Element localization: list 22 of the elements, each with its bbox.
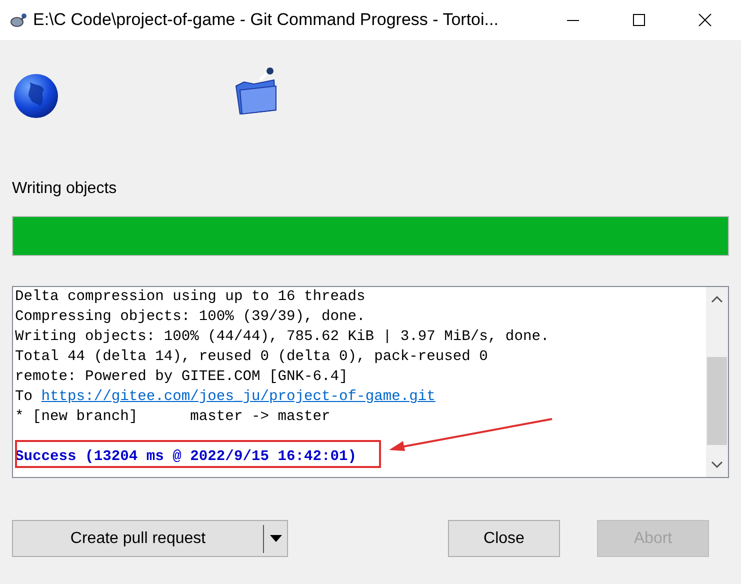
log-line: To — [15, 388, 33, 407]
log-line: Writing objects: 100% (44/44), 785.62 KiB | 3.97 MiB/s, done. — [15, 328, 550, 347]
scroll-up-icon[interactable] — [711, 295, 723, 303]
dropdown-icon[interactable] — [270, 535, 282, 542]
log-line: Delta compression using up to 16 threads — [15, 288, 366, 307]
log-line: remote: Powered by GITEE.COM [GNK-6.4] — [15, 368, 349, 387]
close-icon[interactable] — [698, 13, 712, 27]
success-message: Success (13204 ms @ 2022/9/15 16:42:01) — [15, 449, 357, 465]
scrollbar[interactable] — [706, 287, 728, 477]
maximize-icon[interactable] — [632, 13, 646, 27]
log-line: * [new branch] master -> master — [15, 408, 332, 427]
window-title: E:\C Code\project-of-game - Git Command Progress - Tortoi... — [33, 10, 498, 30]
split-button[interactable]: Create pull request — [12, 520, 288, 557]
status-label: Writing objects — [12, 180, 118, 198]
repository-link[interactable]: https://gitee.com/joes_ju/project-of-game.git — [41, 387, 436, 407]
log-line: Compressing objects: 100% (39/39), done. — [15, 308, 366, 327]
scroll-down-icon[interactable] — [711, 461, 723, 469]
turtle-icon — [9, 12, 27, 28]
scroll-thumb[interactable] — [707, 357, 727, 445]
dialog-button[interactable]: Close — [448, 520, 560, 557]
globe-icon — [12, 72, 60, 120]
log-line: Total 44 (delta 14), reused 0 (delta 0), pack-reused 0 — [15, 348, 489, 367]
